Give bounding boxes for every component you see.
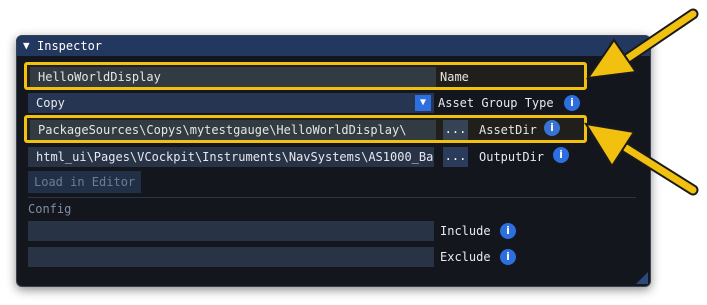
callout-arrows <box>583 8 699 196</box>
arrow-top-icon <box>585 8 699 80</box>
arrow-bottom-icon <box>583 122 699 196</box>
